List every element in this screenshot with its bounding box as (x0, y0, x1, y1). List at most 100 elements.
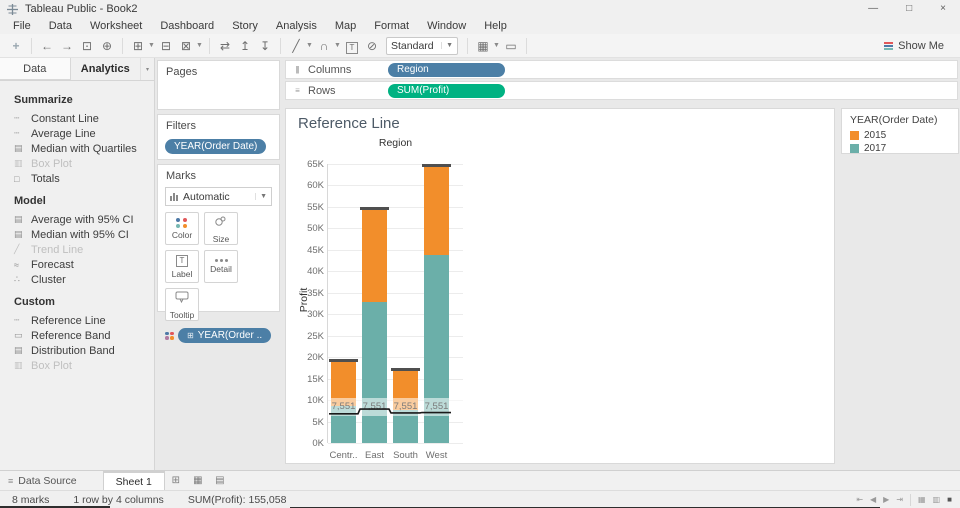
sheet-view-icon[interactable]: ■ (947, 495, 952, 504)
menu-worksheet[interactable]: Worksheet (81, 18, 151, 34)
menu-dashboard[interactable]: Dashboard (151, 18, 223, 34)
analytics-item-constant-line[interactable]: ┄ Constant Line (0, 111, 154, 126)
tab-analytics[interactable]: Analytics (71, 58, 141, 80)
marks-button-size[interactable]: Size (204, 212, 238, 245)
marks-button-label[interactable]: T Label (165, 250, 199, 283)
minimize-button[interactable]: — (868, 1, 878, 17)
analytics-item-cluster[interactable]: ∴ Cluster (0, 272, 154, 287)
field-pill[interactable]: ⊞ YEAR(Order .. (178, 328, 272, 343)
chevron-down-icon: ▼ (441, 42, 453, 49)
menu-analysis[interactable]: Analysis (267, 18, 326, 34)
reference-line[interactable] (324, 109, 467, 449)
last-record-icon[interactable]: ⇥ (896, 495, 903, 504)
field-pill[interactable]: YEAR(Order Date) (165, 139, 267, 154)
analytics-item-label: Median with Quartiles (31, 142, 137, 155)
chevron-down-icon[interactable]: ▼ (334, 42, 342, 49)
analytics-item-reference-band[interactable]: ▭ Reference Band (0, 328, 154, 343)
menu-window[interactable]: Window (418, 18, 475, 34)
toolbar-separator (31, 37, 32, 54)
highlight-icon[interactable]: ╱ (286, 35, 306, 57)
trend-line-icon: ╱ (14, 244, 20, 254)
sidebar-tabs: Data Analytics ▾ (0, 58, 154, 81)
view-mode-value: Standard (391, 39, 434, 52)
menu-map[interactable]: Map (326, 18, 365, 34)
marks-button-color[interactable]: Color (165, 212, 199, 245)
analytics-item-totals[interactable]: □ Totals (0, 171, 154, 186)
new-story-tab-icon[interactable]: ▤ (209, 471, 231, 490)
analytics-item-reference-line[interactable]: ┄ Reference Line (0, 313, 154, 328)
legend-item-2015[interactable]: 2015 (850, 129, 958, 142)
analytics-item-distribution-band[interactable]: ▤ Distribution Band (0, 343, 154, 358)
median-quartiles-icon: ▤ (14, 143, 23, 153)
previous-record-icon[interactable]: ◀ (870, 495, 876, 504)
save-icon[interactable]: ⊡ (77, 35, 97, 57)
marks-button-detail[interactable]: Detail (204, 250, 238, 283)
marks-button-tooltip[interactable]: Tooltip (165, 288, 199, 321)
section-title: Summarize (14, 94, 73, 106)
show-me-button[interactable]: Show Me (884, 40, 954, 52)
redo-icon[interactable]: → (57, 35, 77, 57)
analytics-item-average-line[interactable]: ┄ Average Line (0, 126, 154, 141)
chevron-down-icon[interactable]: ▼ (148, 42, 156, 49)
analytics-item-median-with-95-ci[interactable]: ▤ Median with 95% CI (0, 227, 154, 242)
close-button[interactable]: × (940, 1, 946, 17)
sheet-tab-sheet-1[interactable]: Sheet 1 (102, 471, 165, 490)
show-mark-labels-icon[interactable]: T (342, 35, 362, 57)
grid-view-icon[interactable]: ▦ (918, 495, 926, 504)
menu-help[interactable]: Help (475, 18, 516, 34)
color-icon (176, 217, 188, 228)
filmstrip-view-icon[interactable]: ▥ (933, 495, 941, 504)
chevron-down-icon[interactable]: ▼ (493, 42, 501, 49)
legend-item-2017[interactable]: 2017 (850, 142, 958, 155)
marks-label: Marks (166, 170, 196, 182)
duplicate-sheet-icon[interactable]: ⊟ (156, 35, 176, 57)
clear-sheet-icon[interactable]: ⊠ (176, 35, 196, 57)
fix-axes-icon[interactable]: ⊘ (362, 35, 382, 57)
analytics-item-forecast[interactable]: ≈ Forecast (0, 257, 154, 272)
view-mode-select[interactable]: Standard ▼ (386, 36, 458, 55)
pill-label: YEAR(Order .. (197, 330, 263, 341)
y-axis-tick-label: 25K (307, 330, 324, 342)
undo-icon[interactable]: ← (37, 35, 57, 57)
y-axis-tick-label: 40K (307, 266, 324, 278)
box-plot-icon: ▥ (14, 360, 23, 370)
field-pill[interactable]: SUM(Profit) (388, 83, 505, 98)
tableau-logo-icon[interactable]: + (6, 35, 26, 57)
new-worksheet-icon[interactable]: ⊞ (128, 35, 148, 57)
sidebar-pin-icon[interactable]: ▾ (140, 58, 154, 80)
legend-label: 2017 (864, 143, 887, 154)
analytics-item-median-with-quartiles[interactable]: ▤ Median with Quartiles (0, 141, 154, 156)
toolbar: + ← → ⊡ ⊕ ⊞ ▼ ⊟ ⊠ ▼ ⇄ ↥ ↧ ╱ ▼ ∩ ▼ T ⊘ Standard ▼ ▦ ▼ ▭ Show Me (0, 34, 960, 58)
y-axis-tick-label: 35K (307, 287, 324, 299)
mark-color-indicator-icon (165, 331, 174, 340)
menu-story[interactable]: Story (223, 18, 267, 34)
tooltip-icon (175, 290, 189, 308)
swap-rows-columns-icon[interactable]: ⇄ (215, 35, 235, 57)
presentation-mode-icon[interactable]: ▭ (501, 35, 521, 57)
analytics-item-average-with-95-ci[interactable]: ▤ Average with 95% CI (0, 212, 154, 227)
data-source-tab[interactable]: ≡ Data Source (0, 471, 103, 490)
menu-file[interactable]: File (4, 18, 40, 34)
restore-button[interactable]: □ (906, 1, 912, 17)
legend-title: YEAR(Order Date) (850, 114, 938, 126)
sort-descending-icon[interactable]: ↧ (255, 35, 275, 57)
new-dashboard-tab-icon[interactable]: ▦ (187, 471, 209, 490)
menu-data[interactable]: Data (40, 18, 81, 34)
next-record-icon[interactable]: ▶ (883, 495, 889, 504)
y-axis-tick-label: 0K (312, 438, 324, 449)
show-hide-cards-icon[interactable]: ▦ (473, 35, 493, 57)
first-record-icon[interactable]: ⇤ (856, 495, 863, 504)
menu-format[interactable]: Format (365, 18, 418, 34)
sort-ascending-icon[interactable]: ↥ (235, 35, 255, 57)
new-worksheet-tab-icon[interactable]: ⊞ (165, 471, 187, 490)
group-members-icon[interactable]: ∩ (314, 35, 334, 57)
chevron-down-icon[interactable]: ▼ (306, 42, 314, 49)
toolbar-separator (280, 37, 281, 54)
field-pill[interactable]: Region (388, 62, 505, 77)
y-axis-tick-label: 55K (307, 201, 324, 213)
mark-type-select[interactable]: Automatic ▼ (165, 187, 272, 206)
y-axis-tick-label: 20K (307, 352, 324, 364)
new-data-source-icon[interactable]: ⊕ (97, 35, 117, 57)
tab-data[interactable]: Data (0, 58, 71, 80)
chevron-down-icon[interactable]: ▼ (196, 42, 204, 49)
